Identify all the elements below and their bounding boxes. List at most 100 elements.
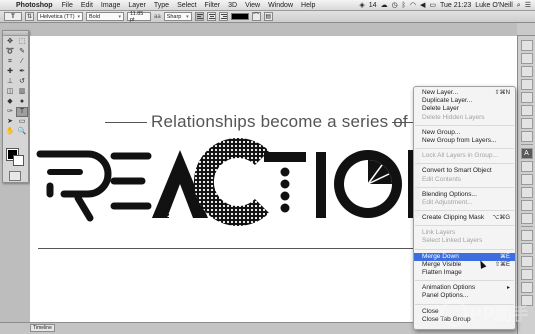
eraser-icon[interactable]: ◫ [4,87,16,97]
align-right-button[interactable] [218,12,228,21]
menu-item-new-group[interactable]: New Group... [414,129,515,137]
stamp-icon[interactable]: ⊥ [4,77,16,87]
menu-3d[interactable]: 3D [224,2,241,9]
menu-item-shortcut: ⇧⌘N [494,90,510,96]
menu-item-label: Blending Options... [422,190,477,198]
character-panel-icon[interactable]: ▤ [263,12,273,21]
adjustments-icon[interactable] [520,92,533,103]
dock-header[interactable] [517,23,535,36]
notes-icon[interactable] [520,256,533,267]
type-icon[interactable]: T [16,107,28,117]
antialias-select[interactable]: Sharp ▾ [163,12,192,21]
align-center-button[interactable] [206,12,216,21]
menu-item-merge-visible[interactable]: Merge Visible ⇧⌘E [414,261,515,269]
gradient-icon[interactable]: ▥ [16,87,28,97]
history-brush-icon[interactable]: ↺ [16,77,28,87]
properties-icon[interactable] [520,230,533,241]
color-swatches[interactable] [6,148,25,167]
menu-file[interactable]: File [58,2,77,9]
clone-source-icon[interactable] [520,131,533,142]
text-color-swatch[interactable] [230,13,249,20]
paragraph-icon[interactable] [520,161,533,172]
crop-icon[interactable]: ⌗ [4,57,16,67]
spotlight-icon[interactable]: ⌕ [517,0,521,10]
character-icon[interactable]: A [520,148,533,159]
menu-help[interactable]: Help [297,2,319,9]
dock-separator [520,226,533,228]
menu-layer[interactable]: Layer [124,2,150,9]
character-styles-icon[interactable] [520,174,533,185]
notification-center-icon[interactable]: ☰ [525,0,531,10]
menu-item-label: Select Linked Layers [422,237,483,245]
dropbox-icon[interactable]: ◈ [359,0,364,10]
bluetooth-icon[interactable]: ᛒ [402,0,406,10]
path-select-icon[interactable]: ➤ [4,117,16,127]
shape-icon[interactable]: ▭ [16,117,28,127]
menu-edit[interactable]: Edit [77,2,97,9]
dodge-icon[interactable]: ● [16,97,28,107]
menu-item-convert-to-smart-object[interactable]: Convert to Smart Object [414,167,515,175]
warp-text-icon[interactable]: ⌒ [251,12,261,21]
menu-filter[interactable]: Filter [201,2,225,9]
menu-item-new-group-from-layers[interactable]: New Group from Layers... [414,137,515,145]
volume-icon[interactable]: ◀ [420,0,425,10]
user-name[interactable]: Luke O'Neill [475,0,513,10]
zoom-icon[interactable]: 🔍 [16,127,28,137]
tool-preset-picker[interactable]: T [4,12,22,21]
move-icon[interactable]: ✥ [4,37,16,47]
menu-item-flatten-image[interactable]: Flatten Image [414,269,515,277]
quick-select-icon[interactable]: ✎ [16,47,28,57]
wifi-icon[interactable]: ◠ [410,0,416,10]
actions-icon[interactable] [520,53,533,64]
menu-item-animation-options[interactable]: Animation Options ▸ [414,284,515,292]
notification-count[interactable]: 14 [369,0,377,10]
heal-icon[interactable]: ✚ [4,67,16,77]
app-menu[interactable]: Photoshop [14,2,58,9]
background-color[interactable] [13,155,24,166]
font-family-select[interactable]: Helvetica (TT) ▾ [37,12,83,21]
menu-item-merge-down[interactable]: Merge Down ⌘E [414,252,515,261]
brush-icon[interactable]: ✒ [16,67,28,77]
hand-icon[interactable]: ✋ [4,127,16,137]
menu-item-label: Merge Visible [422,260,462,268]
font-style-select[interactable]: Bold ▾ [86,12,124,21]
clock[interactable]: Tue 21:23 [440,0,471,10]
align-left-button[interactable] [194,12,204,21]
menu-image[interactable]: Image [97,2,124,9]
menu-item-create-clipping-mask[interactable]: Create Clipping Mask ⌥⌘G [414,214,515,222]
pen-icon[interactable]: ✑ [4,107,16,117]
blur-icon[interactable]: ◆ [4,97,16,107]
cloud-icon[interactable]: ☁ [381,0,388,10]
lasso-icon[interactable]: ➰ [4,47,16,57]
menu-select[interactable]: Select [173,2,200,9]
time-machine-icon[interactable]: ◷ [392,0,398,10]
brush-panel-icon[interactable] [520,118,533,129]
layers-icon[interactable] [520,187,533,198]
channels-icon[interactable] [520,200,533,211]
timeline-tab[interactable]: Timeline [30,324,55,332]
menu-item-blending-options[interactable]: Blending Options... [414,191,515,199]
marquee-icon[interactable]: ⬚ [16,37,28,47]
paths-icon[interactable] [520,213,533,224]
letter-o [334,150,402,218]
styles-icon[interactable] [520,105,533,116]
swatches-icon[interactable] [520,66,533,77]
menu-type[interactable]: Type [150,2,173,9]
menu-item-duplicate-layer[interactable]: Duplicate Layer... [414,97,515,105]
menu-item-delete-layer[interactable]: Delete Layer [414,105,515,113]
menu-view[interactable]: View [241,2,264,9]
menu-window[interactable]: Window [264,2,297,9]
color-icon[interactable] [520,79,533,90]
3d-icon[interactable] [520,243,533,254]
info-icon[interactable] [520,269,533,280]
battery-icon[interactable]: ▭ [429,0,436,10]
history-icon[interactable] [520,40,533,51]
text-orientation-icon[interactable]: ⇅ [25,12,34,21]
eyedropper-icon[interactable]: ⁄ [16,57,28,67]
navigator-icon[interactable] [520,282,533,293]
status-area: ◈ 14 ☁ ◷ ᛒ ◠ ◀ ▭ Tue 21:23 Luke O'Neill … [359,0,535,10]
menu-item-new-layer[interactable]: New Layer... ⇧⌘N [414,89,515,97]
menu-item-link-layers: Link Layers [414,229,515,237]
quick-mask-icon[interactable] [9,171,21,181]
font-size-select[interactable]: 11.85 pt [127,11,151,22]
